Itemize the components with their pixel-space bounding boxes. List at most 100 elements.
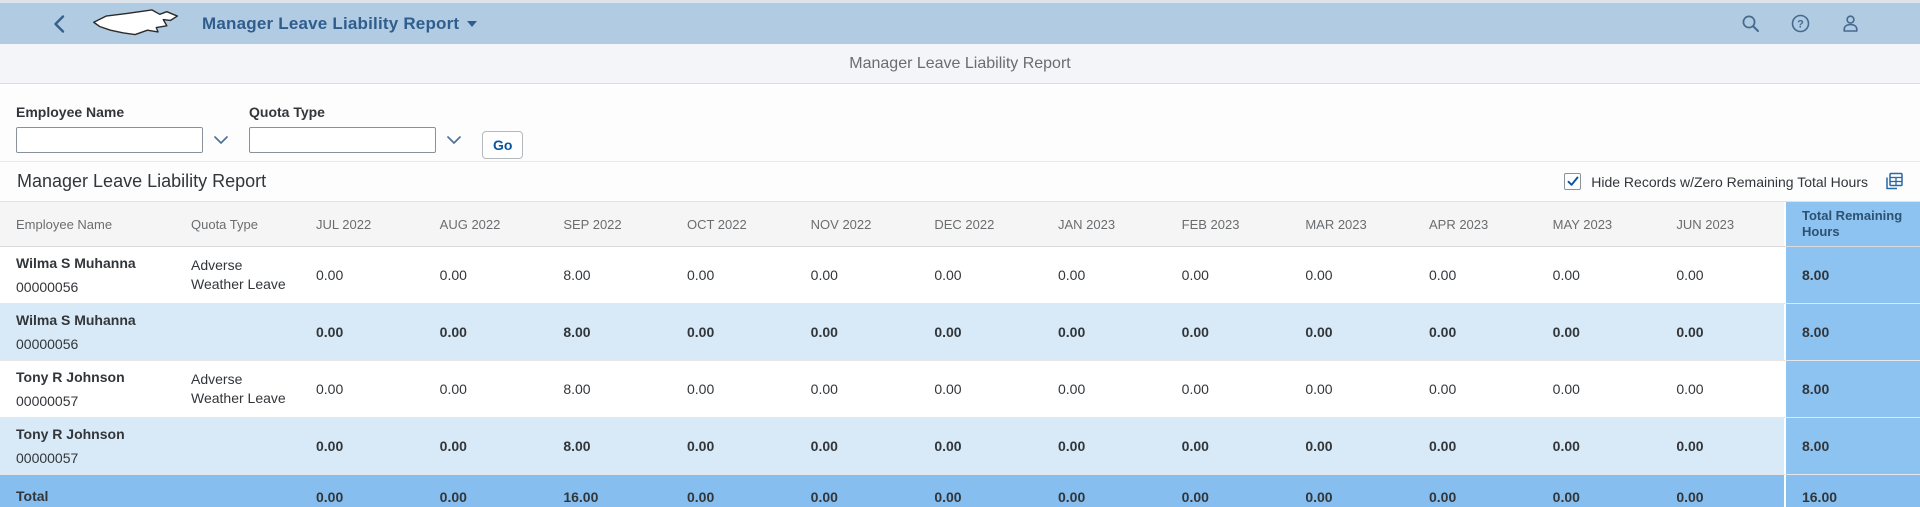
cell-quota-type: Adverse Weather Leave <box>175 361 300 417</box>
chevron-down-icon[interactable] <box>214 128 228 152</box>
cell-employee: Tony R Johnson00000057 <box>0 361 175 417</box>
cell-month-5: 0.00 <box>918 361 1042 417</box>
cell-month-3: 0.00 <box>671 418 795 474</box>
column-header-month-7[interactable]: FEB 2023 <box>1166 202 1290 246</box>
cell-month-4: 0.00 <box>795 361 919 417</box>
cell-month-2: 8.00 <box>547 247 671 303</box>
cell-quota-type: Adverse Weather Leave <box>175 247 300 303</box>
cell-total-remaining-hours: 8.00 <box>1784 247 1920 303</box>
user-menu-button[interactable] <box>1839 12 1862 35</box>
nc-state-logo <box>92 7 180 41</box>
column-header-month-4[interactable]: NOV 2022 <box>795 202 919 246</box>
cell-employee: Wilma S Muhanna 00000056 <box>0 304 175 360</box>
cell-month-0: 0.00 <box>300 475 424 507</box>
search-button[interactable] <box>1739 12 1762 35</box>
cell-total-remaining-hours: 8.00 <box>1784 361 1920 417</box>
column-header-month-0[interactable]: JUL 2022 <box>300 202 424 246</box>
employee-name: Tony R Johnson <box>16 425 167 444</box>
cell-month-3: 0.00 <box>671 304 795 360</box>
cell-month-7: 0.00 <box>1166 418 1290 474</box>
table-header-row: Employee NameQuota TypeJUL 2022AUG 2022S… <box>0 201 1920 247</box>
help-button[interactable]: ? <box>1789 12 1812 35</box>
cell-total-remaining-hours: 16.00 <box>1784 475 1920 507</box>
cell-employee: Total <box>0 475 175 507</box>
cell-month-1: 0.00 <box>424 247 548 303</box>
shell-actions: ? <box>1739 12 1862 35</box>
shell-bar: Manager Leave Liability Report ? <box>0 0 1920 44</box>
cell-month-9: 0.00 <box>1413 304 1537 360</box>
column-header-month-3[interactable]: OCT 2022 <box>671 202 795 246</box>
personnel-number: 00000056 <box>16 278 167 297</box>
employee-name-filter: Employee Name <box>16 104 203 153</box>
cell-month-5: 0.00 <box>918 247 1042 303</box>
cell-month-2: 8.00 <box>547 304 671 360</box>
cell-month-8: 0.00 <box>1289 418 1413 474</box>
quota-type-input[interactable] <box>250 128 447 152</box>
column-header-quota-type[interactable]: Quota Type <box>175 202 300 246</box>
cell-month-4: 0.00 <box>795 475 919 507</box>
cell-month-10: 0.00 <box>1537 361 1661 417</box>
export-button[interactable] <box>1882 170 1906 193</box>
table-body: Wilma S Muhanna 00000056 Adverse Weather L… <box>0 247 1920 507</box>
cell-month-6: 0.00 <box>1042 304 1166 360</box>
cell-month-5: 0.00 <box>918 304 1042 360</box>
cell-quota-type <box>175 475 300 507</box>
hide-zero-checkbox[interactable] <box>1564 173 1581 190</box>
cell-month-3: 0.00 <box>671 247 795 303</box>
cell-month-9: 0.00 <box>1413 361 1537 417</box>
cell-month-2: 8.00 <box>547 418 671 474</box>
cell-month-10: 0.00 <box>1537 247 1661 303</box>
app-title: Manager Leave Liability Report <box>202 14 459 34</box>
cell-month-6: 0.00 <box>1042 361 1166 417</box>
column-header-month-10[interactable]: MAY 2023 <box>1537 202 1661 246</box>
employee-name-input[interactable] <box>17 128 214 152</box>
cell-month-11: 0.00 <box>1660 247 1784 303</box>
column-header-employee-name[interactable]: Employee Name <box>0 202 175 246</box>
employee-name-combobox[interactable] <box>16 127 203 153</box>
cell-employee: Tony R Johnson00000057 <box>0 418 175 474</box>
column-header-total-remaining-hours[interactable]: Total Remaining Hours <box>1784 202 1920 246</box>
employee-name-label: Employee Name <box>16 104 203 120</box>
app-title-menu[interactable]: Manager Leave Liability Report <box>202 14 477 34</box>
personnel-number: 00000057 <box>16 392 167 411</box>
cell-month-7: 0.00 <box>1166 475 1290 507</box>
export-to-spreadsheet-icon <box>1884 172 1904 191</box>
personnel-number: 00000056 <box>16 335 167 354</box>
cell-month-1: 0.00 <box>424 418 548 474</box>
column-header-month-8[interactable]: MAR 2023 <box>1289 202 1413 246</box>
cell-month-11: 0.00 <box>1660 361 1784 417</box>
cell-month-3: 0.00 <box>671 475 795 507</box>
cell-month-7: 0.00 <box>1166 361 1290 417</box>
column-header-month-1[interactable]: AUG 2022 <box>424 202 548 246</box>
cell-quota-type <box>175 418 300 474</box>
employee-name: Wilma S Muhanna <box>16 311 167 330</box>
report-toolbar: Hide Records w/Zero Remaining Total Hour… <box>1564 170 1906 193</box>
cell-month-2: 16.00 <box>547 475 671 507</box>
cell-quota-type <box>175 304 300 360</box>
quota-type-label: Quota Type <box>249 104 436 120</box>
column-header-month-6[interactable]: JAN 2023 <box>1042 202 1166 246</box>
quota-type-combobox[interactable] <box>249 127 436 153</box>
cell-employee: Wilma S Muhanna00000056 <box>0 247 175 303</box>
column-header-month-2[interactable]: SEP 2022 <box>547 202 671 246</box>
cell-month-6: 0.00 <box>1042 475 1166 507</box>
report-section-header: Manager Leave Liability Report Hide Reco… <box>0 162 1920 201</box>
page-header: Manager Leave Liability Report <box>0 44 1920 84</box>
cell-month-9: 0.00 <box>1413 475 1537 507</box>
column-header-month-11[interactable]: JUN 2023 <box>1660 202 1784 246</box>
back-button[interactable] <box>48 10 70 38</box>
cell-month-0: 0.00 <box>300 361 424 417</box>
chevron-down-icon[interactable] <box>447 128 461 152</box>
go-button[interactable]: Go <box>482 131 523 159</box>
table-row: Tony R Johnson000000570.000.008.000.000.… <box>0 418 1920 475</box>
cell-month-10: 0.00 <box>1537 475 1661 507</box>
hide-zero-checkbox-group[interactable]: Hide Records w/Zero Remaining Total Hour… <box>1564 173 1868 190</box>
column-header-month-9[interactable]: APR 2023 <box>1413 202 1537 246</box>
cell-month-10: 0.00 <box>1537 304 1661 360</box>
cell-month-0: 0.00 <box>300 418 424 474</box>
cell-month-3: 0.00 <box>671 361 795 417</box>
cell-month-8: 0.00 <box>1289 475 1413 507</box>
cell-month-4: 0.00 <box>795 304 919 360</box>
cell-month-7: 0.00 <box>1166 304 1290 360</box>
column-header-month-5[interactable]: DEC 2022 <box>918 202 1042 246</box>
